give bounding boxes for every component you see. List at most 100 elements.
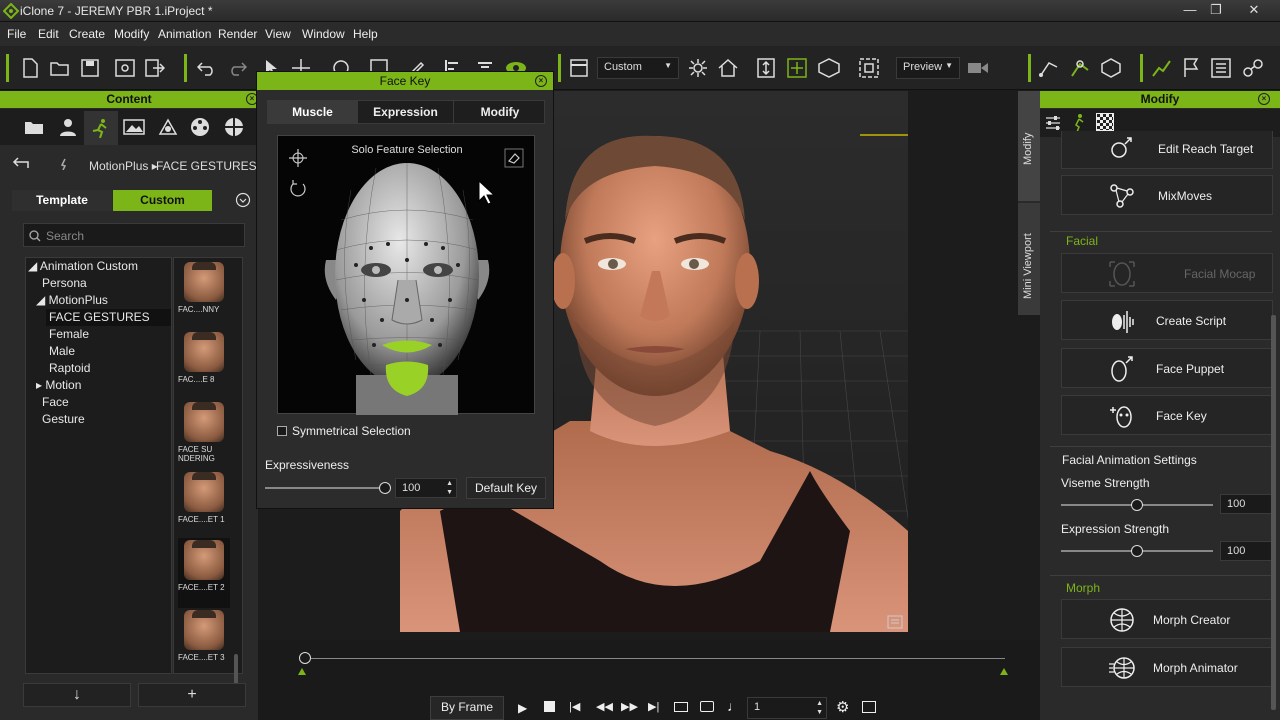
minimize-button[interactable]: — — [1176, 0, 1204, 20]
flag-icon[interactable] — [1178, 55, 1204, 81]
bone-icon[interactable] — [1068, 55, 1094, 81]
symmetrical-selection-checkbox[interactable] — [277, 426, 287, 436]
project-folder-icon[interactable] — [22, 115, 46, 139]
expressiveness-slider-knob[interactable] — [379, 482, 391, 494]
thumbnail-item[interactable]: FACE SU NDERING — [178, 400, 230, 470]
menu-file[interactable]: File — [7, 27, 26, 41]
tree-item-animation-custom[interactable]: ◢ Animation Custom — [28, 258, 138, 275]
morph-creator-button[interactable]: Morph Creator — [1061, 599, 1273, 639]
preview-icon[interactable] — [112, 55, 138, 81]
previous-frame-icon[interactable]: ◀◀ — [596, 700, 613, 713]
expression-strength-value-field[interactable]: 100 — [1220, 541, 1272, 561]
loop-icon[interactable] — [674, 702, 688, 712]
stage-icon[interactable] — [122, 115, 146, 139]
ball-icon[interactable] — [222, 115, 246, 139]
home-icon[interactable] — [715, 55, 741, 81]
ik-icon[interactable] — [1036, 55, 1062, 81]
motion-icon[interactable] — [1148, 55, 1174, 81]
stop-icon[interactable] — [544, 701, 555, 712]
expressiveness-value-field[interactable]: 100 ▲ ▼ — [395, 478, 457, 498]
breadcrumb-motionplus[interactable]: MotionPlus ▸ — [89, 159, 158, 173]
layout-icon[interactable] — [566, 55, 592, 81]
download-button[interactable]: ↓ — [23, 683, 131, 707]
by-frame-button[interactable]: By Frame — [430, 696, 504, 720]
tree-item-face-gestures[interactable]: FACE GESTURES — [46, 309, 171, 326]
actor-icon[interactable] — [56, 115, 80, 139]
fit-vertical-icon[interactable] — [753, 55, 779, 81]
thumbnail-item[interactable]: FAC....NNY — [178, 260, 230, 330]
thumbnail-item[interactable]: FACE....ET 3 — [178, 608, 230, 678]
viseme-strength-slider-knob[interactable] — [1131, 499, 1143, 511]
open-folder-icon[interactable] — [47, 55, 73, 81]
spinner-arrows-icon[interactable]: ▲ ▼ — [446, 479, 453, 497]
menu-window[interactable]: Window — [302, 27, 345, 41]
default-key-button[interactable]: Default Key — [466, 477, 546, 499]
eraser-icon[interactable] — [504, 148, 524, 168]
tree-item-raptoid[interactable]: Raptoid — [49, 360, 90, 377]
tab-modify-vertical[interactable]: Modify — [1018, 91, 1040, 201]
create-script-button[interactable]: Create Script — [1061, 300, 1273, 340]
move-head-icon[interactable] — [288, 148, 308, 168]
set-icon[interactable] — [156, 115, 180, 139]
search-input[interactable]: Search — [23, 223, 245, 247]
animation-icon[interactable] — [84, 111, 118, 145]
tab-expression[interactable]: Expression — [358, 101, 454, 123]
menu-view[interactable]: View — [265, 27, 291, 41]
tree-item-motionplus[interactable]: ◢ MotionPlus — [36, 292, 108, 309]
range-end-marker[interactable] — [1000, 668, 1008, 675]
menu-create[interactable]: Create — [69, 27, 105, 41]
frame-icon[interactable] — [856, 55, 882, 81]
tab-template[interactable]: Template — [12, 190, 112, 211]
music-note-icon[interactable]: ♩ — [727, 698, 741, 714]
undo-icon[interactable] — [194, 55, 220, 81]
timeline-track[interactable] — [305, 658, 1005, 659]
expressiveness-slider-track[interactable] — [265, 487, 385, 489]
muscle-selection-view[interactable]: Solo Feature Selection — [277, 135, 535, 415]
spinner-arrows-icon[interactable]: ▲ ▼ — [816, 699, 823, 717]
menu-animation[interactable]: Animation — [158, 27, 211, 41]
export-icon[interactable] — [142, 55, 168, 81]
tree-item-persona[interactable]: Persona — [42, 275, 87, 292]
fit-all-icon[interactable] — [784, 55, 810, 81]
sliders-icon[interactable] — [1044, 114, 1062, 132]
modify-scrollbar[interactable] — [1271, 315, 1276, 710]
close-button[interactable]: ✕ — [1240, 0, 1268, 20]
redo-icon[interactable] — [224, 55, 250, 81]
reset-rotate-icon[interactable] — [288, 178, 308, 198]
tree-item-face[interactable]: Face — [42, 394, 69, 411]
settings-gear-icon[interactable]: ⚙ — [836, 698, 849, 716]
motion-figure-icon[interactable] — [1071, 114, 1085, 132]
morph-animator-button[interactable]: Morph Animator — [1061, 647, 1273, 687]
frame-number-field[interactable]: 1 ▲ ▼ — [747, 697, 827, 719]
timeline-menu-icon[interactable] — [862, 701, 876, 713]
node-icon[interactable] — [1240, 55, 1266, 81]
tab-custom[interactable]: Custom — [113, 190, 212, 211]
viseme-strength-value-field[interactable]: 100 — [1220, 494, 1272, 514]
face-key-button[interactable]: Face Key — [1061, 395, 1273, 435]
camera-dropdown[interactable]: Custom ▼ — [597, 57, 679, 79]
breadcrumb-face-gestures[interactable]: FACE GESTURES — [156, 159, 257, 173]
menu-help[interactable]: Help — [353, 27, 378, 41]
close-icon[interactable]: × — [535, 75, 547, 87]
maximize-button[interactable]: ❐ — [1202, 0, 1230, 20]
list-icon[interactable] — [1208, 55, 1234, 81]
checker-material-icon[interactable] — [1096, 113, 1114, 131]
media-reel-icon[interactable] — [188, 115, 212, 139]
tree-item-gesture[interactable]: Gesture — [42, 411, 85, 428]
menu-modify[interactable]: Modify — [114, 27, 149, 41]
back-icon[interactable] — [12, 156, 30, 170]
go-to-start-icon[interactable]: |◀ — [569, 700, 580, 713]
viewport-menu-icon[interactable] — [887, 615, 903, 629]
new-file-icon[interactable] — [17, 55, 43, 81]
thumbnail-item[interactable]: FACE....ET 1 — [178, 470, 230, 540]
video-camera-icon[interactable] — [965, 55, 991, 81]
face-puppet-button[interactable]: Face Puppet — [1061, 348, 1273, 388]
message-icon[interactable] — [700, 701, 714, 712]
tree-item-male[interactable]: Male — [49, 343, 75, 360]
close-icon[interactable]: × — [1258, 93, 1270, 105]
next-frame-icon[interactable]: ▶▶ — [621, 700, 638, 713]
camera-target-icon[interactable] — [816, 55, 842, 81]
timeline-playhead[interactable] — [299, 652, 311, 664]
thumbnail-item-selected[interactable]: FACE....ET 2 — [178, 538, 230, 608]
preview-dropdown[interactable]: Preview ▼ — [896, 57, 960, 79]
